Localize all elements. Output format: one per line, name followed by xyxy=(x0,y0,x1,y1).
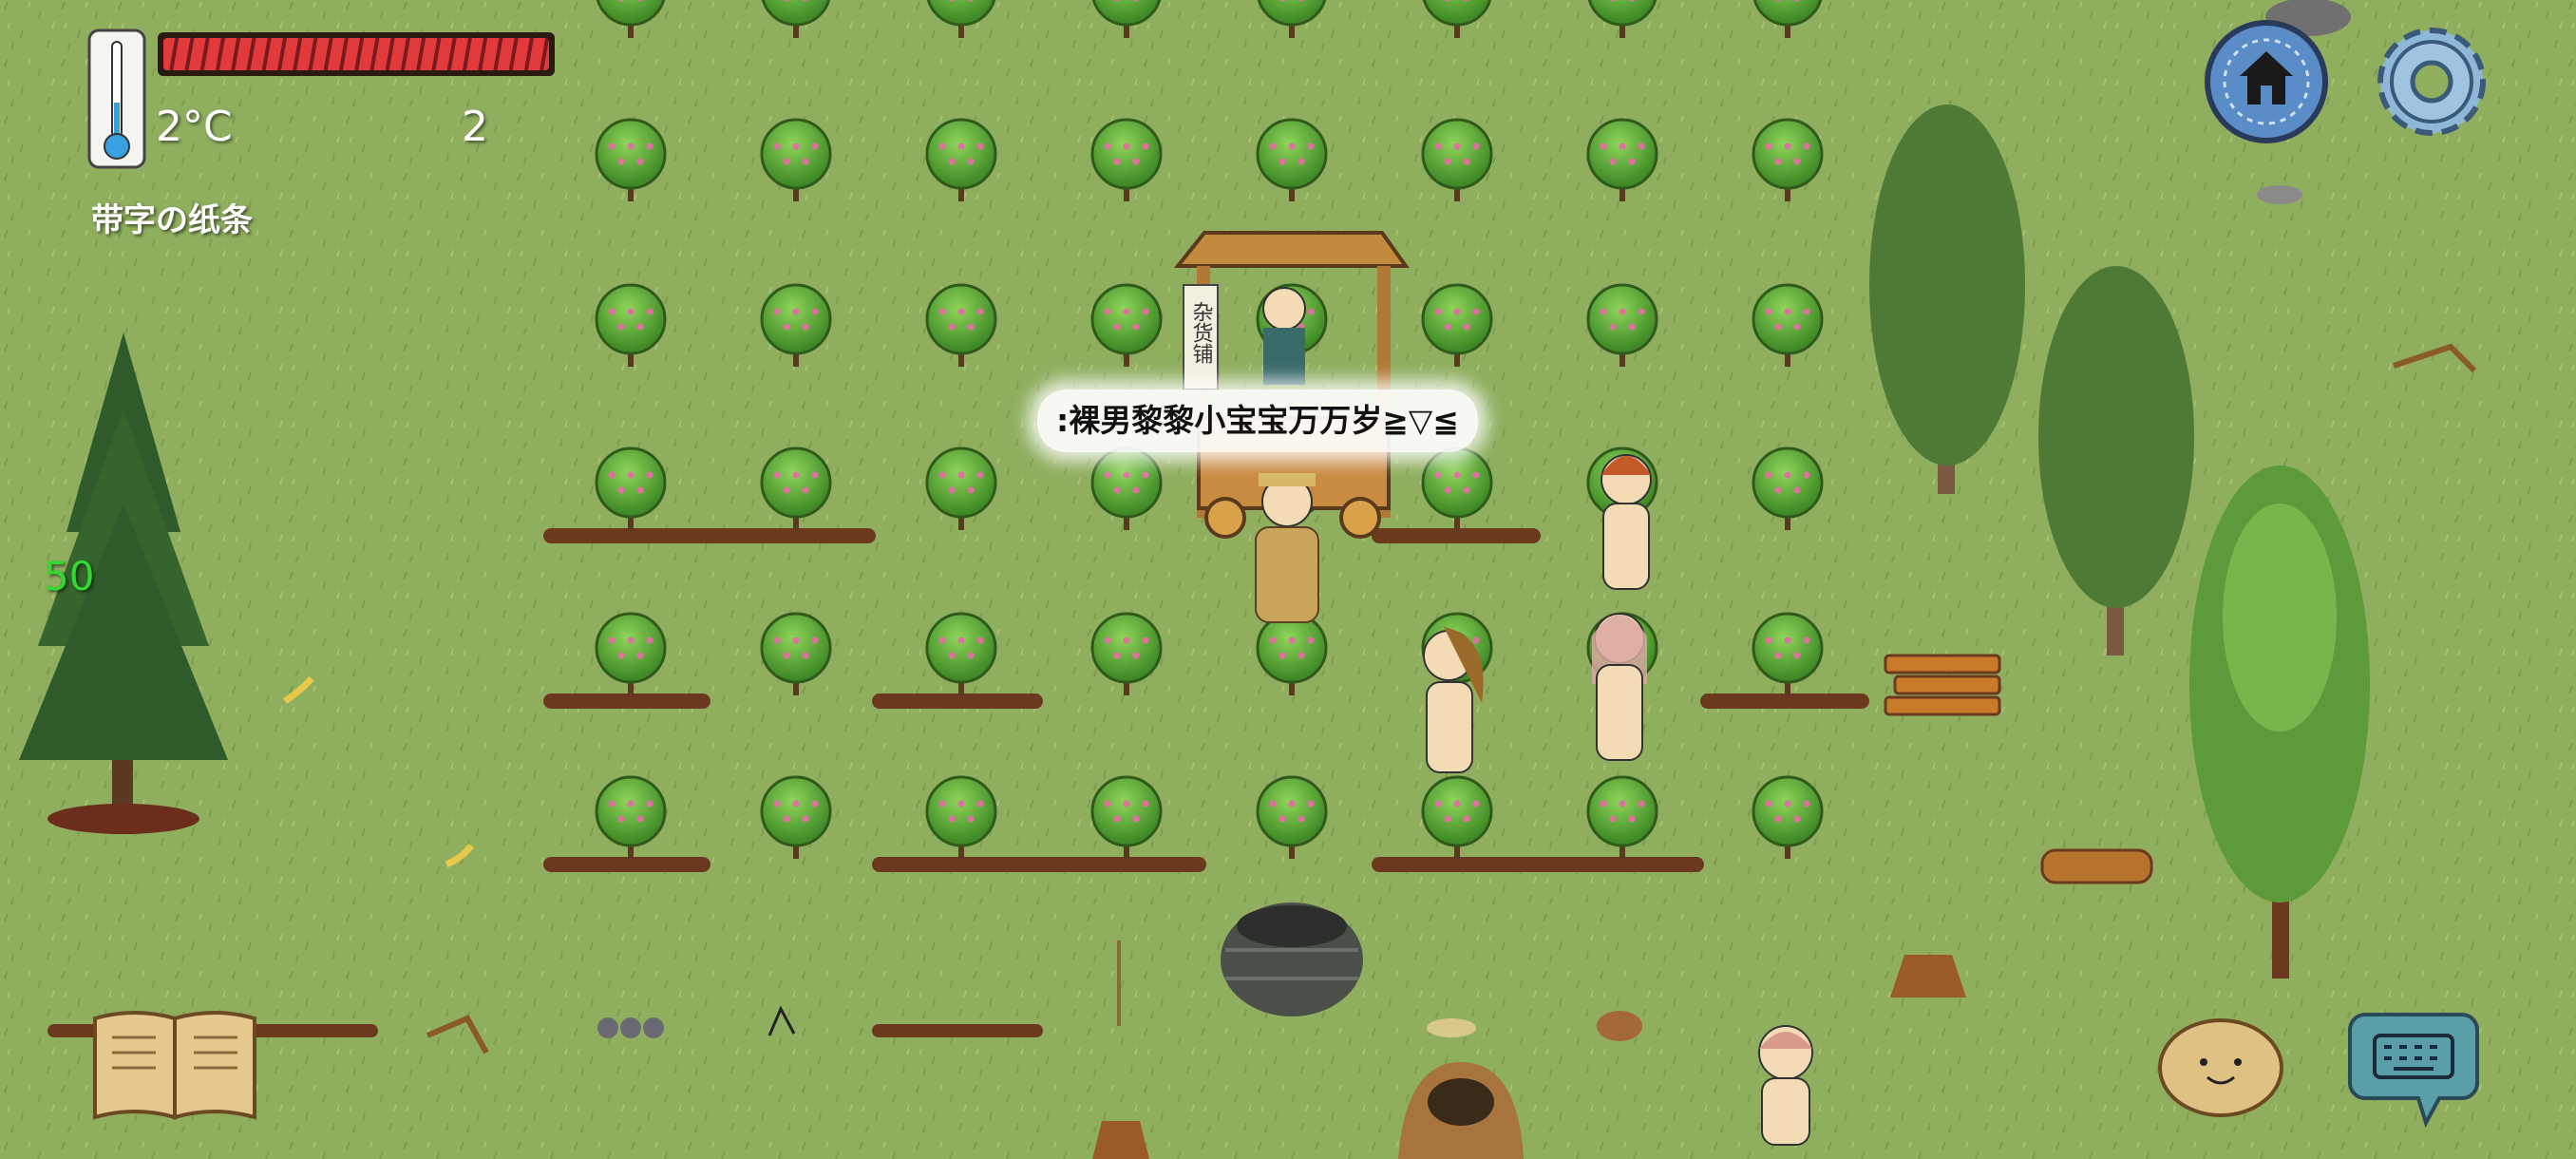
game-world[interactable]: 杂货铺 xyxy=(0,0,2576,1159)
emote-button[interactable] xyxy=(2156,1015,2285,1119)
book-icon xyxy=(93,1011,256,1120)
player-character[interactable] xyxy=(1255,473,1319,623)
chat-speech-bubble: :裸男黎黎小宝宝万万岁≧▽≦ xyxy=(1037,390,1478,452)
gear-icon xyxy=(2377,28,2486,136)
keyboard-button[interactable] xyxy=(2346,1009,2481,1129)
health-bar xyxy=(158,32,555,76)
stone-well[interactable] xyxy=(1221,902,1363,1016)
villager-child[interactable] xyxy=(1758,1025,1813,1146)
emote-face-icon xyxy=(2158,1018,2283,1117)
age-readout: 50 xyxy=(44,553,95,599)
health-bar-fill xyxy=(163,38,549,70)
count-readout: 2 xyxy=(462,103,488,151)
firewood-pile[interactable] xyxy=(1884,654,2001,716)
settings-button[interactable] xyxy=(2365,15,2498,148)
recipe-book-button[interactable] xyxy=(91,1005,258,1123)
log[interactable] xyxy=(2040,848,2153,884)
villager-redhead[interactable] xyxy=(1601,454,1652,590)
temperature-readout: 2°C xyxy=(156,103,233,151)
held-item-label: 带字の纸条 xyxy=(91,201,253,239)
keyboard-icon xyxy=(2348,1013,2479,1129)
home-button[interactable] xyxy=(2202,17,2331,146)
villager-pinkhair[interactable] xyxy=(1592,613,1647,761)
shop-sign: 杂货铺 xyxy=(1189,301,1214,364)
thermometer-icon xyxy=(87,28,146,169)
home-icon xyxy=(2205,20,2328,143)
